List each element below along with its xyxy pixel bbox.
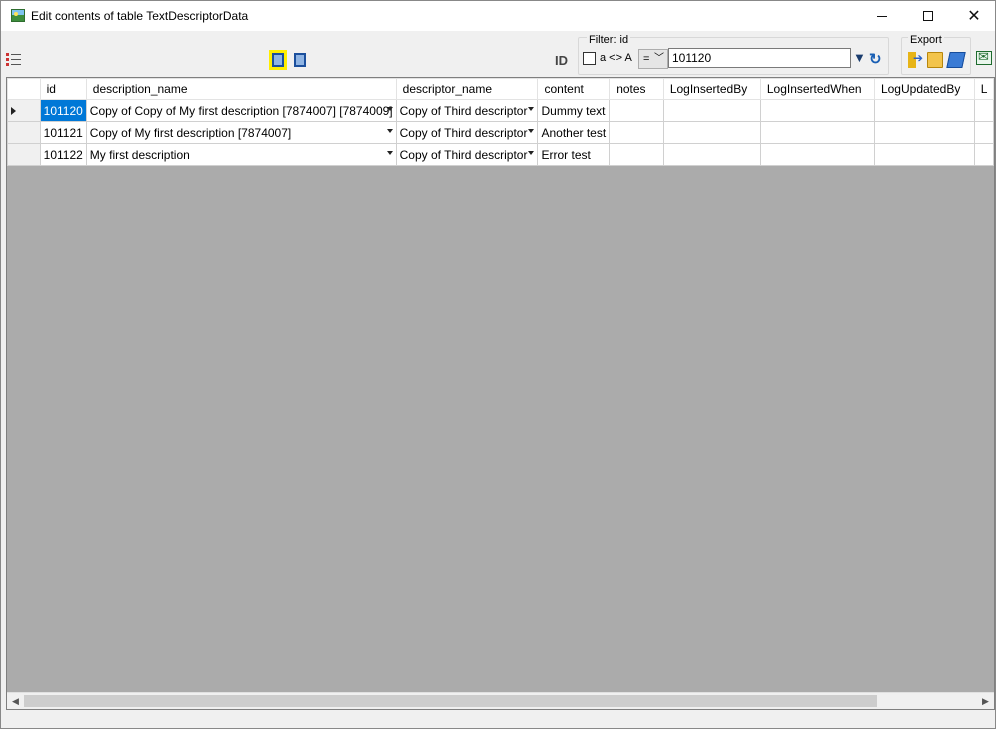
column-header-log-inserted-by[interactable]: LogInsertedBy xyxy=(662,78,761,100)
cell-log-inserted-when[interactable] xyxy=(759,143,875,166)
dropdown-arrow-icon[interactable] xyxy=(528,129,535,133)
cell-descriptor-name[interactable]: Copy of Third descriptor xyxy=(395,143,539,166)
filter-legend: Filter: id xyxy=(587,34,631,46)
row-header[interactable] xyxy=(7,143,41,166)
header-row: id description_name descriptor_name cont… xyxy=(7,78,994,100)
dropdown-arrow-icon[interactable] xyxy=(386,151,393,155)
column-header-content[interactable]: content xyxy=(537,78,611,100)
edit-table-window: Edit contents of table TextDescriptorDat… xyxy=(0,0,996,729)
cell-description-name-value: Copy of My first description [7874007] xyxy=(89,125,292,140)
cell-id[interactable]: 101121 xyxy=(39,121,87,144)
cell-log-inserted-when[interactable] xyxy=(759,121,875,144)
table-row[interactable]: 101122 My first description Copy of Thir… xyxy=(7,143,994,166)
cell-description-name[interactable]: My first description xyxy=(85,143,397,166)
status-bar xyxy=(1,712,995,728)
dropdown-arrow-icon[interactable] xyxy=(386,129,393,133)
cell-content[interactable]: Error test xyxy=(537,143,611,166)
cell-descriptor-name[interactable]: Copy of Third descriptor xyxy=(395,121,539,144)
cell-log-inserted-by[interactable] xyxy=(662,143,761,166)
column-header-notes[interactable]: notes xyxy=(609,78,664,100)
app-image-icon xyxy=(11,9,25,22)
cell-log-inserted-when[interactable] xyxy=(759,99,875,122)
filter-operator-value: = xyxy=(643,53,650,65)
title-bar[interactable]: Edit contents of table TextDescriptorDat… xyxy=(1,1,995,31)
cell-log-updated-by[interactable] xyxy=(873,99,975,122)
case-sensitive-checkbox[interactable] xyxy=(583,52,596,65)
data-table: id description_name descriptor_name cont… xyxy=(7,78,994,166)
scroll-right-icon[interactable]: ▶ xyxy=(977,693,994,709)
export-file-icon[interactable] xyxy=(908,51,924,68)
cell-content[interactable]: Another test xyxy=(537,121,611,144)
list-view-icon[interactable] xyxy=(6,52,22,68)
minimize-icon xyxy=(877,16,887,17)
cell-notes[interactable] xyxy=(609,121,664,144)
cell-description-name-value: Copy of Copy of My first description [78… xyxy=(89,103,393,118)
cell-descriptor-name-value: Copy of Third descriptor xyxy=(399,147,528,162)
minimize-button[interactable] xyxy=(859,1,905,31)
filter-group: Filter: id a <> A = ﹀ ▼ ↻ xyxy=(578,34,889,75)
refresh-icon[interactable]: ↻ xyxy=(869,50,882,68)
cell-log-updated-by[interactable] xyxy=(873,121,975,144)
toolbar: ID Filter: id a <> A = ﹀ ▼ ↻ Export xyxy=(1,31,995,77)
cell-id[interactable]: 101122 xyxy=(39,143,87,166)
window-title: Edit contents of table TextDescriptorDat… xyxy=(31,9,249,23)
cell-log-inserted-by[interactable] xyxy=(662,99,761,122)
export-legend: Export xyxy=(908,34,944,46)
current-row-arrow-icon xyxy=(11,106,16,115)
column-header-descriptor-name[interactable]: descriptor_name xyxy=(395,78,539,100)
id-label: ID xyxy=(555,53,568,68)
cell-truncated[interactable] xyxy=(973,99,994,122)
edit-pen-icon[interactable] xyxy=(946,52,966,68)
filter-funnel-icon[interactable]: ▼ xyxy=(853,50,866,65)
send-mail-icon[interactable] xyxy=(976,49,992,65)
cell-descriptor-name-value: Copy of Third descriptor xyxy=(399,103,528,118)
row-header-current[interactable] xyxy=(7,99,41,122)
compress-columns-icon[interactable] xyxy=(291,50,309,70)
chevron-down-icon: ﹀ xyxy=(654,53,664,64)
maximize-icon xyxy=(923,11,933,21)
filter-operator-select[interactable]: = ﹀ xyxy=(638,49,668,69)
cell-log-updated-by[interactable] xyxy=(873,143,975,166)
column-header-truncated[interactable]: L xyxy=(973,78,994,100)
cell-log-inserted-by[interactable] xyxy=(662,121,761,144)
cell-description-name[interactable]: Copy of My first description [7874007] xyxy=(85,121,397,144)
cell-content[interactable]: Dummy text xyxy=(537,99,611,122)
cell-notes[interactable] xyxy=(609,143,664,166)
scroll-left-icon[interactable]: ◀ xyxy=(7,693,24,709)
maximize-button[interactable] xyxy=(905,1,951,31)
table-row[interactable]: 101121 Copy of My first description [787… xyxy=(7,121,994,144)
cell-description-name-value: My first description xyxy=(89,147,190,162)
data-grid[interactable]: id description_name descriptor_name cont… xyxy=(6,77,995,710)
dropdown-arrow-icon[interactable] xyxy=(528,107,535,111)
filter-value-input[interactable] xyxy=(668,48,851,68)
row-header[interactable] xyxy=(7,121,41,144)
cell-truncated[interactable] xyxy=(973,143,994,166)
horizontal-scrollbar[interactable]: ◀ ▶ xyxy=(7,692,994,709)
cell-id[interactable]: 101120 xyxy=(39,99,87,122)
export-group: Export xyxy=(901,34,971,75)
dropdown-arrow-icon[interactable] xyxy=(528,151,535,155)
cell-descriptor-name[interactable]: Copy of Third descriptor xyxy=(395,99,539,122)
cell-descriptor-name-value: Copy of Third descriptor xyxy=(399,125,528,140)
cell-notes[interactable] xyxy=(609,99,664,122)
fit-columns-icon[interactable] xyxy=(269,50,287,70)
close-icon: ✕ xyxy=(967,8,981,25)
column-header-id[interactable]: id xyxy=(39,78,87,100)
open-folder-icon[interactable] xyxy=(927,52,943,68)
dropdown-arrow-icon[interactable] xyxy=(386,107,393,111)
column-header-log-inserted-when[interactable]: LogInsertedWhen xyxy=(759,78,875,100)
table-row[interactable]: 101120 Copy of Copy of My first descript… xyxy=(7,99,994,122)
case-sensitive-label: a <> A xyxy=(600,52,632,64)
column-header-description-name[interactable]: description_name xyxy=(85,78,397,100)
scroll-thumb[interactable] xyxy=(24,695,877,707)
close-button[interactable]: ✕ xyxy=(951,1,996,31)
cell-truncated[interactable] xyxy=(973,121,994,144)
cell-description-name[interactable]: Copy of Copy of My first description [78… xyxy=(85,99,397,122)
row-header-corner xyxy=(7,78,41,100)
column-header-log-updated-by[interactable]: LogUpdatedBy xyxy=(873,78,975,100)
